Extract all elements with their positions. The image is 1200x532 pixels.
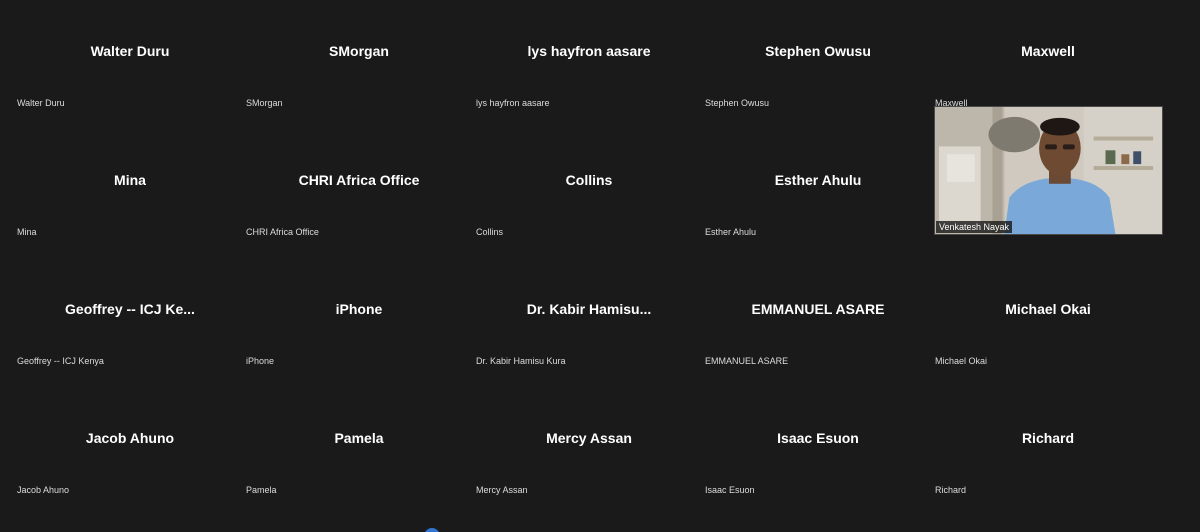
participant-name-label: Jacob Ahuno (17, 485, 70, 495)
participant-name-label: SMorgan (246, 98, 283, 108)
participant-tile[interactable]: Isaac Esuon Isaac Esuon (704, 398, 932, 525)
participant-display-name: Jacob Ahuno (85, 430, 175, 446)
participant-display-name: Geoffrey -- ICJ Ke... (65, 301, 195, 317)
participant-display-name: iPhone (335, 301, 383, 317)
participant-name-label: Richard (935, 485, 967, 495)
participant-tile[interactable]: Richard Richard (934, 398, 1162, 525)
participant-name-label: Stephen Owusu (705, 98, 770, 108)
participant-name-label: Walter Duru (17, 98, 65, 108)
participant-tile[interactable]: Geoffrey -- ICJ Ke... Geoffrey -- ICJ Ke… (16, 269, 244, 396)
participant-tile[interactable]: SMorgan SMorgan (245, 11, 473, 138)
participant-display-name: Stephen Owusu (765, 43, 871, 59)
participant-name-label: EMMANUEL ASARE (705, 356, 789, 366)
participant-tile[interactable]: Collins Collins (475, 140, 703, 267)
participant-name-label: CHRI Africa Office (246, 227, 319, 237)
participant-tile[interactable]: EMMANUEL ASARE EMMANUEL ASARE (704, 269, 932, 396)
participant-video-tile[interactable]: Venkatesh Nayak (934, 106, 1163, 235)
participant-display-name: Walter Duru (90, 43, 170, 59)
participant-tile[interactable]: lys hayfron aasare lys hayfron aasare (475, 11, 703, 138)
participant-name-label: Collins (476, 227, 504, 237)
participant-display-name: Collins (565, 172, 613, 188)
participant-display-name: Michael Okai (1005, 301, 1091, 317)
participant-name-label: Venkatesh Nayak (936, 221, 1013, 233)
participant-name-label: iPhone (246, 356, 275, 366)
participant-display-name: CHRI Africa Office (298, 172, 420, 188)
participant-display-name: Richard (1021, 430, 1075, 446)
participant-display-name: Mina (114, 172, 146, 188)
participant-name-label: Mina (17, 227, 37, 237)
participant-display-name: lys hayfron aasare (527, 43, 651, 59)
participant-video-feed (935, 107, 1162, 234)
participant-name-label: Dr. Kabir Hamisu Kura (476, 356, 566, 366)
participant-display-name: EMMANUEL ASARE (751, 301, 885, 317)
participant-tile[interactable]: Mercy Assan Mercy Assan (475, 398, 703, 525)
participant-display-name: Mercy Assan (546, 430, 632, 446)
participant-display-name: Maxwell (1021, 43, 1075, 59)
participant-tile[interactable]: Stephen Owusu Stephen Owusu (704, 11, 932, 138)
participant-name-label: Geoffrey -- ICJ Kenya (17, 356, 104, 366)
participant-tile[interactable]: Jacob Ahuno Jacob Ahuno (16, 398, 244, 525)
participant-tile[interactable]: Walter Duru Walter Duru (16, 11, 244, 138)
participant-name-label: Mercy Assan (476, 485, 528, 495)
participant-tile[interactable]: iPhone iPhone (245, 269, 473, 396)
participant-tile[interactable]: Michael Okai Michael Okai (934, 269, 1162, 396)
participant-tile[interactable]: CHRI Africa Office CHRI Africa Office (245, 140, 473, 267)
participant-name-label: Pamela (246, 485, 277, 495)
participant-tile[interactable]: Mina Mina (16, 140, 244, 267)
participant-display-name: Esther Ahulu (774, 172, 862, 188)
participant-tile[interactable]: Pamela Pamela (245, 398, 473, 525)
participant-display-name: SMorgan (329, 43, 389, 59)
participant-name-label: Esther Ahulu (705, 227, 757, 237)
participant-display-name: Isaac Esuon (777, 430, 859, 446)
page-indicator-icon[interactable] (424, 528, 440, 532)
participant-display-name: Dr. Kabir Hamisu... (526, 301, 652, 317)
participant-display-name: Pamela (334, 430, 384, 446)
participant-tile[interactable]: Esther Ahulu Esther Ahulu (704, 140, 932, 267)
participant-name-label: lys hayfron aasare (476, 98, 550, 108)
participant-name-label: Isaac Esuon (705, 485, 755, 495)
participant-tile[interactable]: Dr. Kabir Hamisu... Dr. Kabir Hamisu Kur… (475, 269, 703, 396)
participant-name-label: Michael Okai (935, 356, 988, 366)
video-gallery: Walter Duru Walter Duru SMorgan SMorgan … (0, 0, 1200, 532)
